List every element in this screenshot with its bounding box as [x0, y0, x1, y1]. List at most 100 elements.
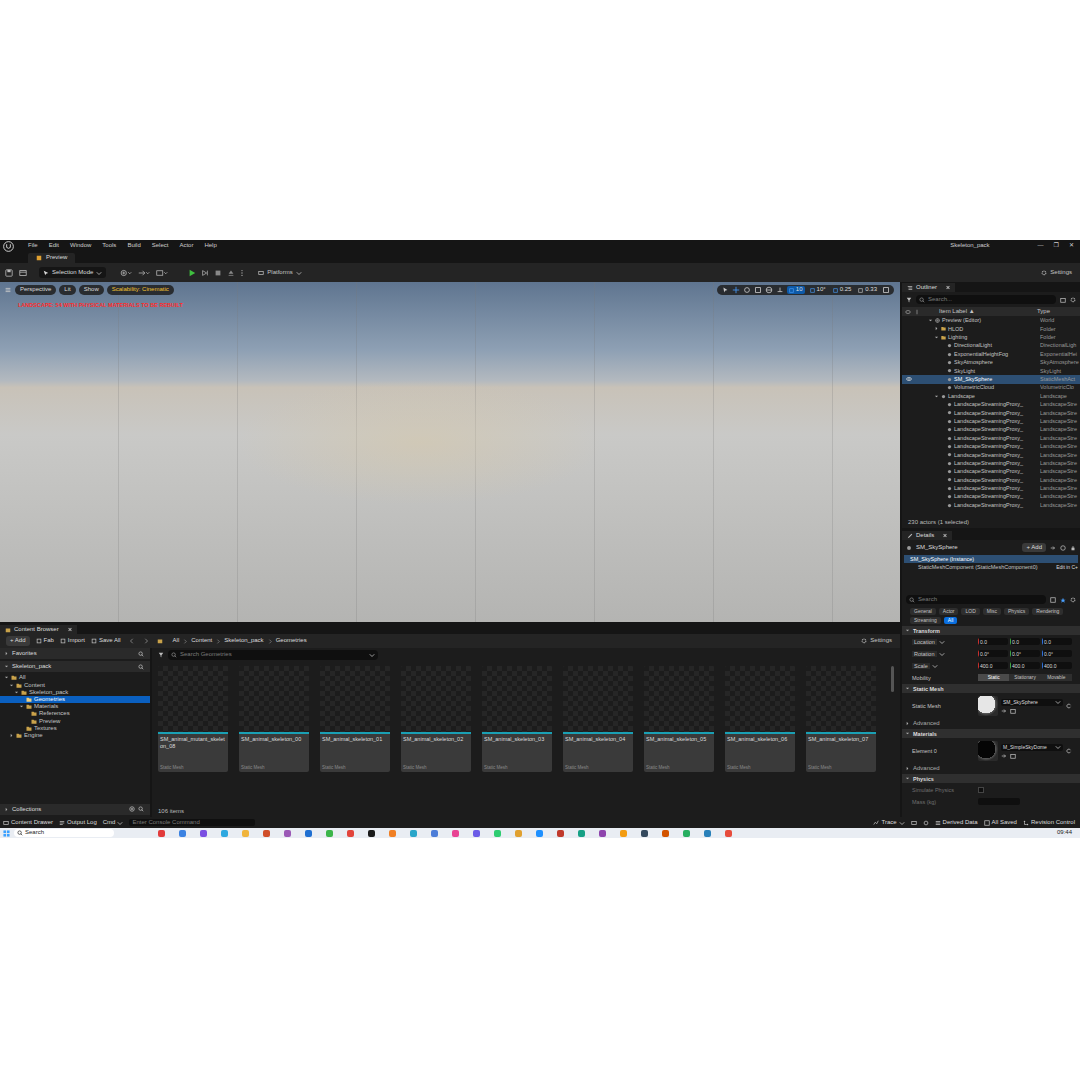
asset-picker[interactable]: SM_SkySphere — [1001, 699, 1063, 706]
filter-tab[interactable]: Streaming — [910, 617, 941, 624]
window-control-button[interactable]: ❐ — [1054, 242, 1059, 249]
collections-header[interactable]: Collections — [0, 804, 150, 815]
scalability-badge[interactable]: Scalability: Cinematic — [107, 285, 174, 294]
breadcrumb-item[interactable]: Geometries — [276, 637, 307, 644]
outliner-row[interactable]: SkyLight SkyLight — [902, 367, 1080, 375]
menu-item[interactable]: Window — [70, 242, 91, 249]
number-field[interactable]: 0.0 — [1010, 638, 1040, 645]
menu-item[interactable]: Actor — [179, 242, 193, 249]
close-tab-icon[interactable] — [946, 286, 950, 290]
app-icon[interactable] — [536, 830, 543, 837]
breadcrumb-item[interactable]: Content — [191, 637, 212, 644]
surface-snap-icon[interactable] — [776, 286, 784, 294]
outliner-row[interactable]: HLOD Folder — [902, 325, 1080, 333]
outliner-tab[interactable]: Outliner — [902, 283, 955, 292]
expanded-arrow-icon[interactable] — [9, 683, 14, 688]
revision-control-button[interactable]: Revision Control — [1023, 819, 1075, 826]
app-icon[interactable] — [578, 830, 585, 837]
save-icon[interactable] — [5, 269, 13, 277]
eye-icon[interactable] — [906, 376, 912, 382]
start-icon[interactable] — [3, 830, 10, 837]
app-icon[interactable] — [641, 830, 648, 837]
menu-item[interactable]: Tools — [102, 242, 116, 249]
add-component-button[interactable]: + Add — [1022, 543, 1046, 552]
filter-icon[interactable] — [158, 652, 164, 658]
step-icon[interactable] — [201, 269, 209, 277]
derived-data-button[interactable]: Derived Data — [935, 819, 978, 826]
property-label[interactable]: Scale — [912, 663, 978, 670]
reset-icon[interactable] — [1066, 703, 1072, 709]
app-icon[interactable] — [179, 830, 186, 837]
rotate-icon[interactable] — [743, 286, 751, 294]
number-field[interactable]: 400.0 — [978, 662, 1008, 669]
component-row[interactable]: StaticMeshComponent (StaticMeshComponent… — [904, 563, 1078, 571]
blueprint-icon[interactable] — [1050, 545, 1056, 551]
add-collection-icon[interactable] — [129, 806, 135, 812]
number-field[interactable]: 0.0 — [1042, 638, 1072, 645]
content-browser-action[interactable]: + Add — [6, 636, 30, 645]
number-field[interactable]: 0.0° — [1042, 650, 1072, 657]
component-row[interactable]: SM_SkySphere (Instance) — [904, 555, 1078, 563]
app-icon[interactable] — [221, 830, 228, 837]
selection-mode-dropdown[interactable]: Selection Mode — [39, 267, 106, 278]
close-tab-icon[interactable] — [68, 628, 72, 632]
collapsed-arrow-icon[interactable] — [9, 733, 14, 738]
column-header[interactable]: Item Label ▲ — [923, 308, 1034, 315]
breadcrumb-item[interactable]: Skeleton_pack — [224, 637, 263, 644]
taskbar-search[interactable]: Search — [14, 829, 114, 837]
collapsed-arrow-icon[interactable] — [934, 326, 939, 331]
filter-tab[interactable]: Physics — [1004, 608, 1029, 615]
outliner-row[interactable]: LandscapeStreamingProxy_ LandscapeStre — [902, 442, 1080, 450]
add-actor-icon[interactable] — [120, 269, 132, 277]
asset-thumbnail[interactable] — [978, 741, 998, 761]
expanded-arrow-icon[interactable] — [14, 690, 19, 695]
outliner-row[interactable]: LandscapeStreamingProxy_ LandscapeStre — [902, 409, 1080, 417]
more-options-icon[interactable] — [240, 269, 244, 277]
mobility-option[interactable]: Stationary — [1009, 674, 1040, 681]
outliner-search-field[interactable]: Search... — [916, 295, 1056, 304]
asset-tile[interactable]: SM_animal_skeleton_05 Static Mesh — [644, 666, 714, 772]
asset-tile[interactable]: SM_animal_skeleton_01 Static Mesh — [320, 666, 390, 772]
content-drawer-button[interactable]: Content Drawer — [3, 819, 53, 826]
app-icon[interactable] — [284, 830, 291, 837]
favorite-star-icon[interactable] — [1060, 597, 1066, 603]
app-icon[interactable] — [557, 830, 564, 837]
content-browser-action[interactable]: Import — [60, 637, 85, 644]
folder-tree-item[interactable]: Textures — [0, 725, 150, 732]
viewport-mode-button[interactable]: Show — [79, 285, 104, 294]
outliner-row[interactable]: DirectionalLight DirectionalLigh — [902, 342, 1080, 350]
app-icon[interactable] — [347, 830, 354, 837]
outliner-row[interactable]: LandscapeStreamingProxy_ LandscapeStre — [902, 476, 1080, 484]
world-space-icon[interactable] — [765, 286, 773, 294]
stop-icon[interactable] — [214, 269, 222, 277]
asset-tile[interactable]: SM_animal_mutant_skeleton_08 Static Mesh — [158, 666, 228, 772]
window-control-button[interactable]: — — [1038, 242, 1044, 249]
asset-tile[interactable]: SM_animal_skeleton_03 Static Mesh — [482, 666, 552, 772]
outliner-row[interactable]: LandscapeStreamingProxy_ LandscapeStre — [902, 400, 1080, 408]
filter-tab[interactable]: LOD — [961, 608, 979, 615]
record-icon[interactable] — [923, 820, 929, 826]
outliner-row[interactable]: Preview (Editor) World — [902, 316, 1080, 324]
search-icon[interactable] — [138, 651, 144, 657]
trace-button[interactable]: Trace — [873, 819, 904, 826]
gear-icon[interactable] — [1070, 297, 1076, 303]
app-icon[interactable] — [683, 830, 690, 837]
content-browser-action[interactable]: Save All — [91, 637, 121, 644]
menu-item[interactable]: Edit — [49, 242, 59, 249]
app-icon[interactable] — [431, 830, 438, 837]
app-icon[interactable] — [158, 830, 165, 837]
menu-item[interactable]: File — [28, 242, 38, 249]
menu-item[interactable]: Select — [152, 242, 169, 249]
outliner-row[interactable]: LandscapeStreamingProxy_ LandscapeStre — [902, 484, 1080, 492]
number-field[interactable]: 0.0 — [978, 638, 1008, 645]
outliner-row[interactable]: Lighting Folder — [902, 333, 1080, 341]
asset-scrollbar[interactable] — [891, 666, 894, 692]
folder-tree-item[interactable]: References — [0, 710, 150, 717]
lock-icon[interactable] — [1070, 545, 1076, 551]
asset-tile[interactable]: SM_animal_skeleton_00 Static Mesh — [239, 666, 309, 772]
grid-view-icon[interactable] — [1050, 597, 1056, 603]
details-search-field[interactable]: Search — [906, 595, 1046, 604]
save-status[interactable]: All Saved — [984, 819, 1017, 826]
content-browser-tab[interactable]: Content Browser — [0, 625, 77, 634]
app-icon[interactable] — [620, 830, 627, 837]
